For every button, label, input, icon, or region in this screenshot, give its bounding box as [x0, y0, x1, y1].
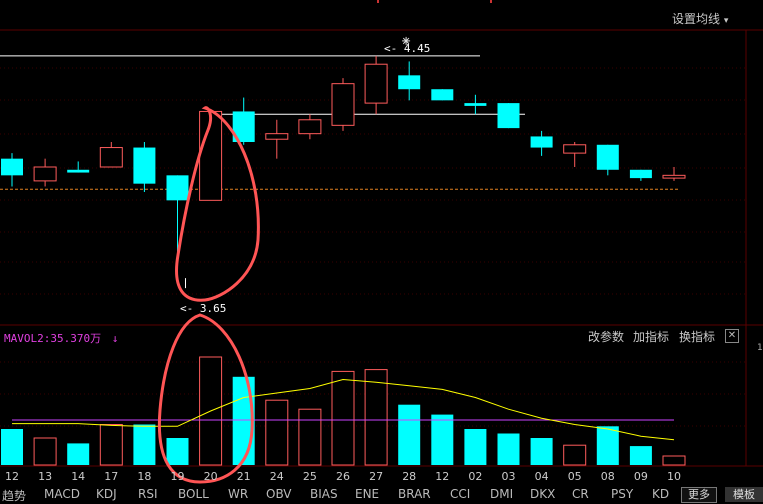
- date-label: 25: [302, 470, 317, 483]
- date-label: 05: [567, 470, 582, 483]
- tab-cr[interactable]: CR: [572, 487, 589, 501]
- volume-bar-up: [265, 399, 289, 466]
- volume-bar-down: [67, 443, 90, 465]
- date-label: 24: [269, 470, 284, 483]
- date-label: 18: [137, 470, 152, 483]
- volume-bar-down: [497, 433, 520, 465]
- left-arrow-icon: <-: [180, 302, 194, 315]
- candle-body-down: [1, 158, 23, 176]
- high-price-label: <- 4.45: [384, 42, 430, 55]
- volume-ma-label: MAVOL2:35.370万 ↓: [4, 330, 118, 346]
- date-label: 19: [170, 470, 185, 483]
- candle-body-up: [331, 83, 355, 126]
- tab-趋势[interactable]: 趋势: [2, 487, 26, 504]
- date-label: 26: [336, 470, 350, 483]
- candle-body-down: [497, 103, 520, 129]
- candle-body-up: [364, 63, 388, 104]
- tab-boll[interactable]: BOLL: [178, 487, 209, 501]
- date-label: 14: [71, 470, 86, 483]
- candle-body-down: [431, 89, 454, 101]
- left-arrow-icon: <-: [384, 42, 398, 55]
- date-label: 12: [5, 470, 19, 483]
- candle-body-up: [298, 119, 322, 135]
- volume-bar-up: [99, 424, 123, 466]
- volume-bar-up: [298, 408, 322, 466]
- candle-body-down: [398, 75, 421, 90]
- tab-psy[interactable]: PSY: [611, 487, 633, 501]
- chart-stage: 设置均线 ▾ <- 4.45 <- 3.65 MAVOL2:35.370万 ↓ …: [0, 0, 763, 504]
- candle-body-down: [596, 144, 619, 170]
- tab-dmi[interactable]: DMI: [490, 487, 513, 501]
- candle-body-up: [33, 166, 57, 182]
- date-label: 21: [236, 470, 251, 483]
- candle-body-up: [662, 174, 686, 179]
- close-icon[interactable]: ✕: [725, 329, 739, 343]
- tab-obv[interactable]: OBV: [266, 487, 292, 501]
- volume-bar-up: [33, 437, 57, 466]
- tab-wr[interactable]: WR: [228, 487, 248, 501]
- volume-bar-down: [133, 424, 156, 465]
- candle-body-down: [166, 175, 189, 201]
- tab-brar[interactable]: BRAR: [398, 487, 431, 501]
- date-label: 02: [468, 470, 483, 483]
- tab-bias[interactable]: BIAS: [310, 487, 338, 501]
- candle-body-up: [99, 147, 123, 168]
- candle-body-down: [629, 169, 652, 179]
- date-label: 17: [104, 470, 119, 483]
- date-label: 20: [203, 470, 218, 483]
- tab-ene[interactable]: ENE: [355, 487, 379, 501]
- template-button[interactable]: 模板: [725, 487, 763, 502]
- volume-bar-down: [464, 429, 487, 465]
- volume-bar-down: [629, 446, 652, 465]
- volume-bar-up: [563, 444, 587, 466]
- tab-kdj[interactable]: KDJ: [96, 487, 117, 501]
- candlestick-chart[interactable]: [0, 0, 763, 502]
- change-params-button[interactable]: 改参数: [588, 328, 624, 345]
- low-price-value: 3.65: [199, 302, 227, 315]
- date-label: 10: [667, 470, 681, 483]
- add-indicator-button[interactable]: 加指标: [633, 328, 669, 345]
- candle-body-down: [530, 136, 553, 148]
- volume-bar-down: [1, 429, 23, 465]
- high-price-value: 4.45: [403, 42, 431, 55]
- date-label: 12: [435, 470, 450, 483]
- date-label: 28: [402, 470, 417, 483]
- tab-cci[interactable]: CCI: [450, 487, 470, 501]
- date-label: 03: [501, 470, 516, 483]
- volume-bar-down: [530, 438, 553, 465]
- more-button[interactable]: 更多: [681, 487, 717, 503]
- indicator-tab-bar: 趋势 MACD KDJ RSI BOLL WR OBV BIAS ENE BRAR CCI DMI DK…: [0, 487, 763, 504]
- swap-indicator-button[interactable]: 换指标: [679, 328, 715, 345]
- candle-body-down: [133, 147, 156, 184]
- candle-body-down: [464, 103, 487, 106]
- date-label: 08: [600, 470, 615, 483]
- volume-bar-down: [596, 426, 619, 465]
- candle-body-up: [265, 133, 289, 140]
- tab-macd[interactable]: MACD: [44, 487, 80, 501]
- ma-setting-label: 设置均线: [672, 12, 721, 26]
- date-label: 09: [633, 470, 648, 483]
- date-label: 04: [534, 470, 549, 483]
- tab-rsi[interactable]: RSI: [138, 487, 158, 501]
- right-axis-tick: 1: [757, 343, 763, 353]
- down-arrow-icon: ↓: [111, 332, 119, 345]
- tab-dkx[interactable]: DKX: [530, 487, 555, 501]
- volume-bar-down: [431, 414, 454, 465]
- volume-bar-up: [662, 455, 686, 466]
- low-price-label: <- 3.65: [180, 302, 226, 315]
- chevron-down-icon: ▾: [723, 16, 729, 26]
- ma-setting-button[interactable]: 设置均线 ▾: [672, 10, 728, 27]
- date-label: 27: [369, 470, 384, 483]
- volume-bar-down: [166, 438, 189, 465]
- candle-body-up: [563, 144, 587, 154]
- candle-body-down: [67, 169, 90, 173]
- volume-ma-value: MAVOL2:35.370万: [4, 332, 102, 345]
- volume-bar-down: [398, 404, 421, 465]
- volume-bar-up: [331, 370, 355, 466]
- volume-bar-up: [364, 369, 388, 466]
- tab-kd[interactable]: KD: [652, 487, 669, 501]
- date-label: 13: [38, 470, 53, 483]
